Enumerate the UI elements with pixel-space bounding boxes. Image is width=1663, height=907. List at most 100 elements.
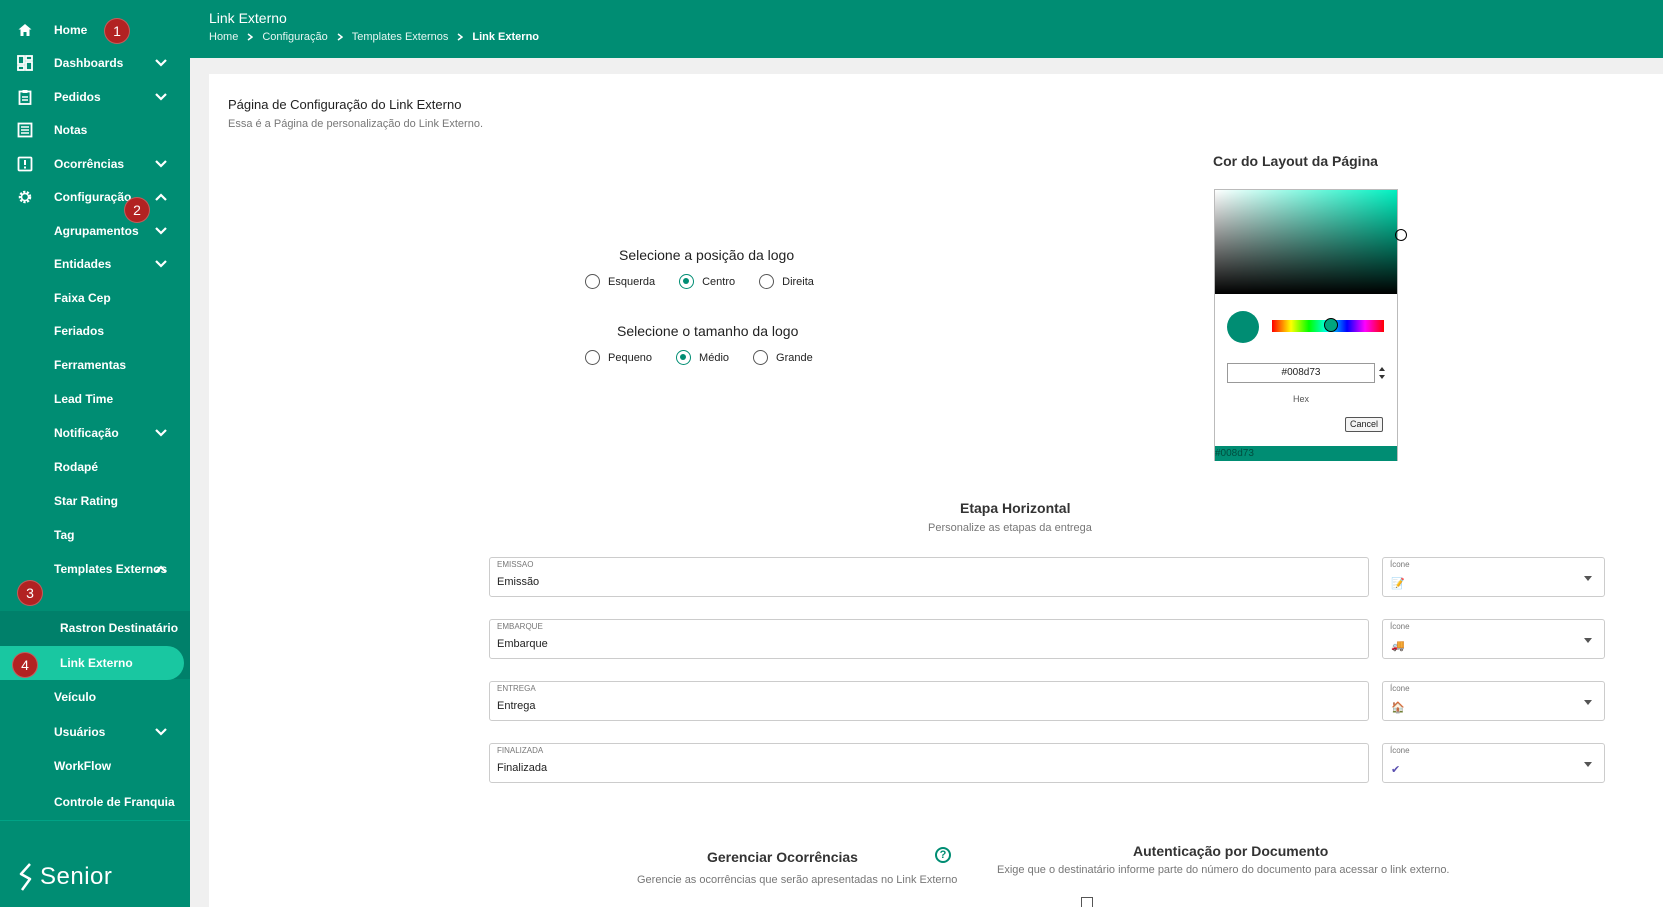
page-title: Link Externo [209,10,287,26]
radio-circle[interactable] [676,350,692,365]
breadcrumb: Home Configuração Templates Externos Lin… [209,31,539,43]
sidebar-item-ocorrencias[interactable]: Ocorrências [0,147,190,181]
sidebar-item-configuracao[interactable]: Configuração [0,180,190,214]
hex-input[interactable]: #008d73 [1227,363,1375,383]
chevron-down-icon[interactable] [155,428,167,438]
dashboard-icon [17,55,33,71]
color-swatch [1227,311,1259,343]
sidebar-item-tag[interactable]: Tag [0,518,190,552]
breadcrumb-current: Link Externo [472,31,540,43]
sidebar-item-dashboards[interactable]: Dashboards [0,46,190,80]
sidebar-item-label: Veículo [54,690,97,704]
chevron-up-icon[interactable] [155,192,167,202]
breadcrumb-item[interactable]: Templates Externos [352,31,449,43]
breadcrumb-item[interactable]: Configuração [262,31,327,43]
sidebar-item-ferramentas[interactable]: Ferramentas [0,348,190,382]
chevron-down-icon[interactable] [155,159,167,169]
radio-label: Esquerda [608,275,656,288]
radio-direita[interactable]: Direita [759,274,814,289]
chevron-down-icon[interactable] [155,226,167,236]
sidebar-item-feriados[interactable]: Feriados [0,314,190,348]
radio-medio[interactable]: Médio [676,350,729,365]
etapa-entrega-field[interactable]: ENTREGA Entrega [489,681,1369,721]
sidebar-item-notificacao[interactable]: Notificação [0,416,190,450]
sidebar-item-rodape[interactable]: Rodapé [0,450,190,484]
sidebar-item-entidades[interactable]: Entidades [0,247,190,281]
color-picker: #008d73 Hex Cancel #008d73 [1214,189,1407,461]
radio-circle[interactable] [585,274,600,289]
chevron-down-icon[interactable] [155,727,167,737]
sidebar-item-label: Controle de Franquia [54,795,175,809]
sidebar-item-star-rating[interactable]: Star Rating [0,484,190,518]
sidebar-item-agrupamentos[interactable]: Agrupamentos [0,214,190,248]
radio-circle[interactable] [679,274,695,289]
radio-label: Médio [699,351,730,364]
sidebar-item-workflow[interactable]: WorkFlow [0,749,190,783]
sidebar-item-notas[interactable]: Notas [0,113,190,147]
radio-pequeno[interactable]: Pequeno [585,350,652,365]
field-value[interactable]: Embarque [497,638,548,650]
field-value[interactable]: Finalizada [497,762,547,774]
field-label: Ícone [1390,684,1410,693]
sidebar-item-faixa-cep[interactable]: Faixa Cep [0,281,190,315]
top-header: Link Externo Home Configuração Templates… [190,0,1663,58]
etapa-finalizada-field[interactable]: FINALIZADA Finalizada [489,743,1369,783]
radio-circle[interactable] [585,350,600,365]
sidebar-item-controle-franquia[interactable]: Controle de Franquia [0,785,190,819]
sidebar-item-rastron-destinatario[interactable]: Rastron Destinatário [0,611,190,645]
breadcrumb-item[interactable]: Home [209,31,238,43]
sidebar-item-veiculo[interactable]: Veículo [0,680,190,714]
etapa-embarque-field[interactable]: EMBARQUE Embarque [489,619,1369,659]
etapa-emissao-icon-select[interactable]: Ícone 📝 [1382,557,1605,597]
field-label: Ícone [1390,746,1410,755]
cancel-button[interactable]: Cancel [1345,417,1383,432]
chevron-up-icon[interactable] [155,564,167,574]
dropdown-arrow-icon[interactable] [1584,638,1592,643]
radio-grande[interactable]: Grande [753,350,813,365]
toggle-format-icon[interactable] [1378,365,1386,381]
sidebar-item-lead-time[interactable]: Lead Time [0,382,190,416]
etapa-title: Etapa Horizontal [960,500,1071,516]
hue-handle[interactable] [1324,318,1338,332]
autenticacao-subtitle: Exige que o destinatário informe parte d… [997,864,1450,876]
sidebar-item-label: Agrupamentos [54,224,139,238]
logo-position-title: Selecione a posição da logo [619,247,795,263]
logo-position-group: Esquerda Centro Direita [585,274,830,289]
help-icon[interactable]: ? [935,847,951,863]
saturation-handle[interactable] [1395,229,1407,241]
etapa-emissao-field[interactable]: EMISSAO Emissão [489,557,1369,597]
sidebar-item-pedidos[interactable]: Pedidos [0,80,190,114]
sidebar-item-label: Feriados [54,324,105,338]
field-label: EMBARQUE [497,622,543,631]
etapa-finalizada-icon-select[interactable]: Ícone ✔ [1382,743,1605,783]
gear-icon [18,190,32,204]
field-label: ENTREGA [497,684,536,693]
clipboard-icon [18,90,32,105]
chevron-down-icon[interactable] [155,58,167,68]
sidebar-item-home[interactable]: Home [0,13,190,47]
radio-esquerda[interactable]: Esquerda [585,274,655,289]
sidebar-item-label: Notificação [54,426,119,440]
etapa-embarque-icon-select[interactable]: Ícone 🚚 [1382,619,1605,659]
sidebar-item-label: Tag [54,528,75,542]
saturation-area[interactable] [1215,190,1397,294]
etapa-entrega-icon-select[interactable]: Ícone 🏠 [1382,681,1605,721]
chevron-down-icon[interactable] [155,259,167,269]
field-value[interactable]: Emissão [497,576,539,588]
dropdown-arrow-icon[interactable] [1584,576,1592,581]
radio-circle[interactable] [753,350,769,365]
sidebar-item-usuarios[interactable]: Usuários [0,715,190,749]
field-value[interactable]: Entrega [497,700,536,712]
radio-centro[interactable]: Centro [679,274,735,289]
sidebar: Home Dashboards Pedidos Notas Ocorrência… [0,0,190,907]
dropdown-arrow-icon[interactable] [1584,700,1592,705]
chevron-down-icon[interactable] [155,92,167,102]
field-label: Ícone [1390,622,1410,631]
brand-name: Senior [40,863,113,890]
radio-circle[interactable] [759,274,775,289]
radio-label: Pequeno [608,351,653,364]
alert-icon [17,156,33,172]
autenticacao-checkbox[interactable] [1081,897,1093,907]
dropdown-arrow-icon[interactable] [1584,762,1592,767]
sidebar-item-label: Home [54,23,88,37]
